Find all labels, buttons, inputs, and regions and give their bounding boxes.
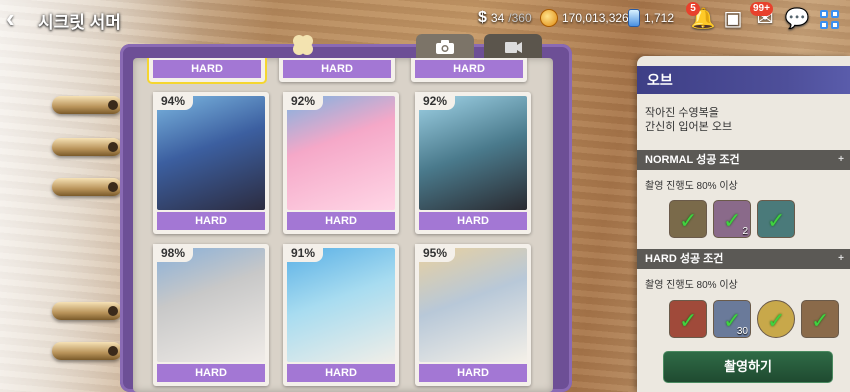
reward-slot[interactable]: ✓ 2 <box>713 200 751 238</box>
check-icon: ✓ <box>723 208 742 233</box>
gold-counter: 170,013,326 <box>540 9 629 27</box>
check-icon: ✓ <box>811 308 830 333</box>
photo-card[interactable]: 95% HARD <box>415 244 531 386</box>
difficulty-label: HARD <box>419 364 527 382</box>
difficulty-label: HARD <box>153 60 261 78</box>
difficulty-label: HARD <box>419 212 527 230</box>
stamina-counter: $ 34/360 <box>478 9 532 26</box>
photo-card[interactable]: HARD <box>149 58 265 82</box>
photo-card[interactable]: 92% HARD <box>415 92 531 234</box>
progress-percent: 92% <box>283 92 323 110</box>
difficulty-label: HARD <box>415 60 523 78</box>
menu-grid-icon[interactable] <box>816 6 842 32</box>
shoot-button[interactable]: 촬영하기 <box>663 351 833 383</box>
stamina-icon: $ <box>478 9 487 26</box>
check-icon: ✓ <box>679 308 698 333</box>
difficulty-label: HARD <box>287 212 395 230</box>
gem-icon <box>628 9 640 27</box>
inventory-icon[interactable]: ▣ <box>720 6 746 32</box>
album-page: HARD HARD HARD 94% HARD 92% HARD 92% HAR… <box>133 58 553 392</box>
photo-card[interactable]: 91% HARD <box>283 244 399 386</box>
reward-slot[interactable]: ✓ <box>757 300 795 338</box>
check-icon: ✓ <box>767 208 786 233</box>
progress-percent: 94% <box>153 92 193 110</box>
photo-card[interactable]: 94% HARD <box>153 92 269 234</box>
difficulty-label: HARD <box>157 212 265 230</box>
chat-icon[interactable]: 💬 <box>784 6 810 32</box>
progress-percent: 98% <box>153 244 193 262</box>
photo-card[interactable]: HARD <box>411 58 527 82</box>
character-portrait <box>287 96 395 210</box>
difficulty-label: HARD <box>283 60 391 78</box>
normal-condition-text: 촬영 진행도 80% 이상 <box>645 181 738 192</box>
character-portrait <box>419 248 527 362</box>
check-icon: ✓ <box>679 208 698 233</box>
expand-icon[interactable]: + <box>838 150 844 170</box>
camera-icon <box>436 40 454 54</box>
reward-slot[interactable]: ✓ <box>669 200 707 238</box>
check-icon: ✓ <box>767 308 786 333</box>
progress-percent: 92% <box>415 92 455 110</box>
hard-condition-text: 촬영 진행도 80% 이상 <box>645 280 738 291</box>
character-portrait <box>419 96 527 210</box>
difficulty-label: HARD <box>287 364 395 382</box>
character-portrait <box>157 96 265 210</box>
mail-badge: 99+ <box>750 2 773 16</box>
character-portrait <box>287 248 395 362</box>
hard-condition-header: HARD 성공 조건 + <box>637 249 850 269</box>
progress-percent: 91% <box>283 244 323 262</box>
reward-slot[interactable]: ✓ 30 <box>713 300 751 338</box>
top-bar: ‹ 시크릿 서머 $ 34/360 170,013,326 1,712 🔔 5 … <box>0 0 850 40</box>
clapper-icon <box>505 42 522 53</box>
detail-panel: 오브 작아진 수영복을 간신히 입어본 오브 NORMAL 성공 조건 + 촬영… <box>637 56 850 392</box>
back-arrow-icon[interactable]: ‹ <box>6 5 36 32</box>
reward-slot[interactable]: ✓ <box>757 200 795 238</box>
character-description: 작아진 수영복을 간신히 입어본 오브 <box>645 107 733 133</box>
notification-badge: 5 <box>686 2 700 16</box>
difficulty-label: HARD <box>157 364 265 382</box>
character-portrait <box>157 248 265 362</box>
photo-card[interactable]: 92% HARD <box>283 92 399 234</box>
reward-slot[interactable]: ✓ <box>669 300 707 338</box>
photo-card[interactable]: HARD <box>279 58 395 82</box>
character-name: 오브 <box>637 66 850 94</box>
expand-icon[interactable]: + <box>838 249 844 269</box>
photo-card[interactable]: 98% HARD <box>153 244 269 386</box>
normal-condition-header: NORMAL 성공 조건 + <box>637 150 850 170</box>
page-title: 시크릿 서머 <box>38 13 121 32</box>
reward-slot[interactable]: ✓ <box>801 300 839 338</box>
gem-counter: 1,712 <box>628 9 674 27</box>
gold-coin-icon <box>540 9 558 27</box>
progress-percent: 95% <box>415 244 455 262</box>
